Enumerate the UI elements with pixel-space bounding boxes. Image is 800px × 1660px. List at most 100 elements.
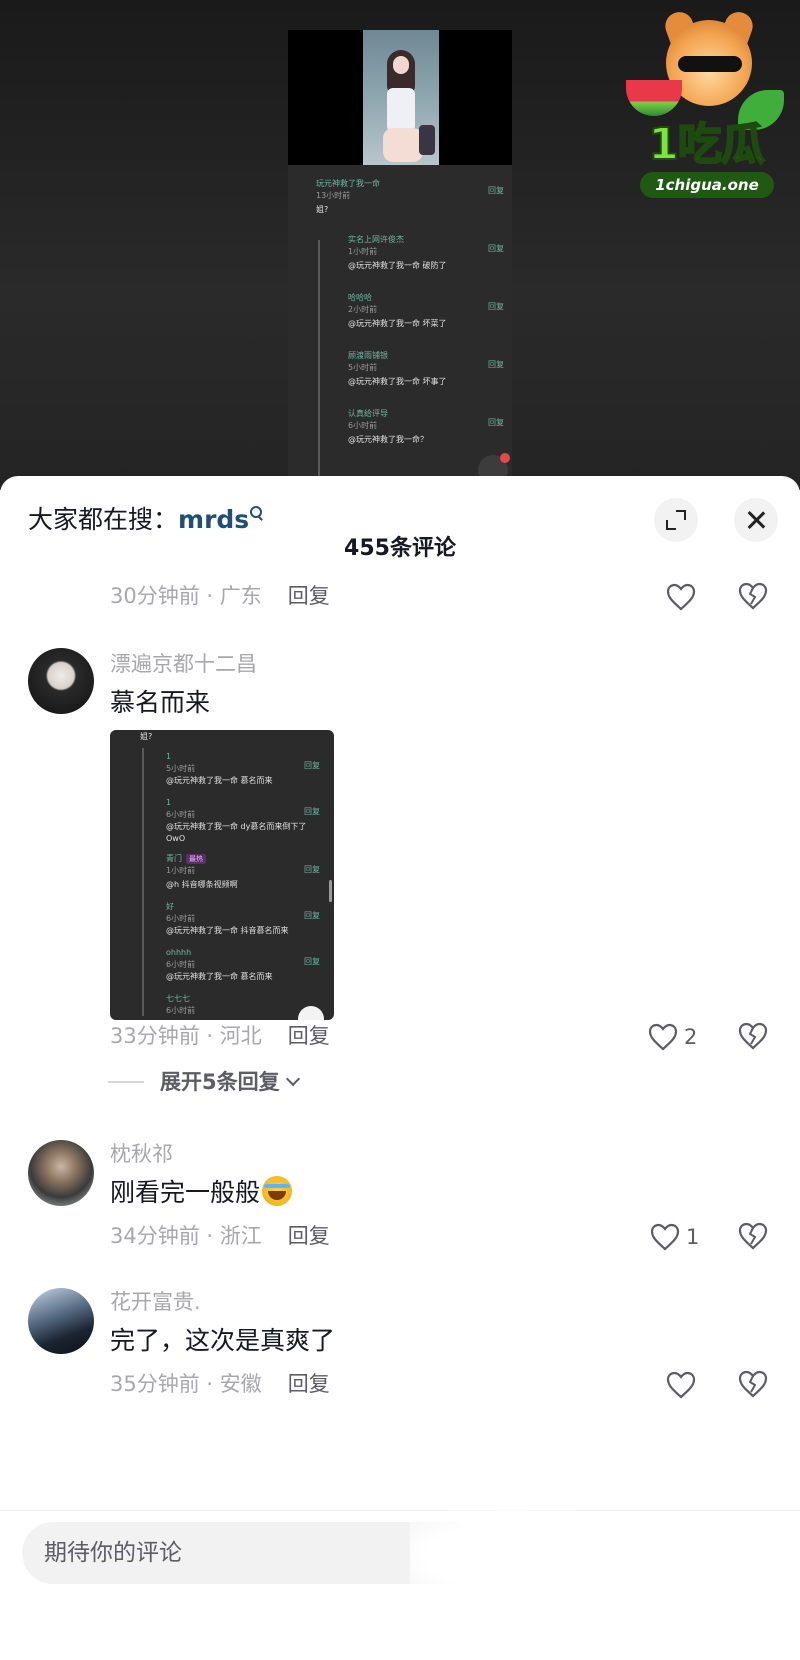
mini-comment-text: 姐? <box>316 205 329 214</box>
comment-username[interactable]: 漂遍京都十二昌 <box>110 650 257 678</box>
heart-icon <box>650 1223 680 1251</box>
watermark-logo: 1吃瓜 1chigua.one <box>618 8 794 205</box>
close-icon <box>744 508 768 532</box>
comment-meta: 30分钟前 · 广东 回复 <box>110 582 330 610</box>
trending-search-prefix: 大家都在搜： <box>28 505 179 534</box>
dislike-button[interactable] <box>738 1222 770 1252</box>
like-count: 2 <box>684 1025 698 1049</box>
mini-reply-link: 回复 <box>488 186 504 195</box>
trending-search[interactable]: 大家都在搜：mrds <box>28 504 263 536</box>
mini-comment-text: @玩元神救了我一命 破防了 <box>348 261 447 270</box>
watermark-url: 1chigua.one <box>640 172 774 198</box>
thread-line <box>318 240 320 490</box>
comment-time-location: 30分钟前 · 广东 <box>110 584 262 608</box>
divider <box>108 1081 144 1083</box>
mini-comment-name: 认真给评导 <box>348 409 388 418</box>
mini-comment-time: 2小时前 <box>348 305 378 314</box>
chevron-down-icon <box>285 1071 300 1087</box>
like-button[interactable] <box>666 582 696 612</box>
image-text: 1 <box>166 798 172 807</box>
expand-replies-label: 展开5条回复 <box>160 1070 280 1094</box>
mini-comment-name: 哈哈哈 <box>348 293 372 302</box>
comment-image[interactable]: 姐? 1 5小时前 @玩元神救了我一命 慕名而来 回复 1 6小时前 @玩元神救… <box>110 730 334 1020</box>
image-text: 青门 最热 <box>166 854 206 864</box>
image-text: 6小时前 <box>166 810 196 819</box>
mini-reply-link: 回复 <box>488 418 504 427</box>
avatar[interactable] <box>28 1288 94 1354</box>
like-count: 1 <box>686 1225 700 1249</box>
image-text: @h 抖音哪条视频啊 <box>166 880 238 889</box>
laughing-tears-emoji-icon <box>262 1176 293 1206</box>
image-text: @玩元神救了我一命 dy慕名而来倒下了 <box>166 822 307 831</box>
mini-comment-name: 玩元神救了我一命 <box>316 179 380 188</box>
reply-button[interactable]: 回复 <box>288 1224 330 1248</box>
comment-text: 完了，这次是真爽了 <box>110 1326 336 1355</box>
like-button[interactable]: 1 <box>650 1222 699 1252</box>
image-text: 6小时前 <box>166 1006 196 1015</box>
dislike-button[interactable] <box>738 1022 770 1052</box>
divider <box>0 1510 800 1511</box>
reply-button[interactable]: 回复 <box>288 1372 330 1396</box>
mini-comment-text: @玩元神救了我一命 坏事了 <box>348 377 447 386</box>
comment-username[interactable]: 枕秋祁 <box>110 1140 173 1168</box>
comment-username[interactable]: 花开富贵. <box>110 1288 201 1316</box>
comment-sheet: 大家都在搜：mrds 455条评论 30分钟前 · 广东 回复 漂遍京都十二昌 慕… <box>0 476 800 1660</box>
image-text: 6小时前 <box>166 960 196 969</box>
image-text: @玩元神救了我一命 抖音慕名而来 <box>166 926 289 935</box>
mini-comment-text: @玩元神救了我一命 坏菜了 <box>348 319 447 328</box>
comment-meta: 35分钟前 · 安徽 回复 <box>110 1370 330 1398</box>
broken-heart-icon <box>738 1222 768 1250</box>
like-button[interactable]: 2 <box>648 1022 697 1052</box>
expand-icon <box>666 510 686 530</box>
image-text: @玩元神救了我一命 慕名而来 <box>166 972 273 981</box>
heart-icon <box>666 1371 696 1399</box>
reply-button[interactable]: 回复 <box>288 584 330 608</box>
mini-reply-link: 回复 <box>488 302 504 311</box>
image-text: 回复 <box>304 911 320 920</box>
image-text: ohhhh <box>166 948 192 957</box>
dislike-button[interactable] <box>738 582 770 612</box>
mini-reply-link: 回复 <box>488 244 504 253</box>
avatar[interactable] <box>28 648 94 714</box>
comment-text: 刚看完一般般 <box>110 1176 293 1210</box>
heart-icon <box>666 583 696 611</box>
mini-comment-name: 实名上网许俊杰 <box>348 235 404 244</box>
obscured-region <box>410 1496 670 1616</box>
comment-text-body: 刚看完一般般 <box>110 1178 261 1207</box>
broken-heart-icon <box>738 1022 768 1050</box>
search-icon <box>249 506 263 520</box>
mini-comment-time: 5小时前 <box>348 363 378 372</box>
image-text: 1小时前 <box>166 866 196 875</box>
like-button[interactable] <box>666 1370 696 1400</box>
image-text: 6小时前 <box>166 914 196 923</box>
video-thumbnail <box>363 30 439 165</box>
mini-comment-time: 6小时前 <box>348 421 378 430</box>
image-text: 回复 <box>304 807 320 816</box>
image-text: 回复 <box>304 957 320 966</box>
mini-comment-time: 13小时前 <box>316 191 351 200</box>
comment-meta: 34分钟前 · 浙江 回复 <box>110 1222 330 1250</box>
mini-reply-link: 回复 <box>488 360 504 369</box>
video-background: 玩元神救了我一命 13小时前 姐? 回复 实名上网许俊杰 1小时前 @玩元神救了… <box>0 0 800 490</box>
image-text: 青门 <box>166 854 182 863</box>
image-text: 回复 <box>304 865 320 874</box>
mini-comment-time: 1小时前 <box>348 247 378 256</box>
comment-time-location: 34分钟前 · 浙江 <box>110 1224 262 1248</box>
image-text: 5小时前 <box>166 764 196 773</box>
comment-count-title: 455条评论 <box>344 536 456 561</box>
avatar[interactable] <box>28 1140 94 1206</box>
trending-search-keyword[interactable]: mrds <box>178 505 249 534</box>
video-screenshot: 玩元神救了我一命 13小时前 姐? 回复 实名上网许俊杰 1小时前 @玩元神救了… <box>288 30 512 490</box>
image-text: 七七七 <box>166 994 190 1003</box>
reply-button[interactable]: 回复 <box>288 1024 330 1048</box>
expand-replies-button[interactable]: 展开5条回复 <box>108 1068 300 1096</box>
mini-comment-name: 顾渡雨铺银 <box>348 351 388 360</box>
dislike-button[interactable] <box>738 1370 770 1400</box>
screenshot-comment-list: 玩元神救了我一命 13小时前 姐? 回复 实名上网许俊杰 1小时前 @玩元神救了… <box>288 165 512 490</box>
heart-icon <box>648 1023 678 1051</box>
image-tag: 最热 <box>186 854 206 864</box>
comment-input[interactable] <box>44 1522 464 1584</box>
comment-time-location: 35分钟前 · 安徽 <box>110 1372 262 1396</box>
comment-text: 慕名而来 <box>110 688 211 717</box>
image-text: @玩元神救了我一命 慕名而来 <box>166 776 273 785</box>
